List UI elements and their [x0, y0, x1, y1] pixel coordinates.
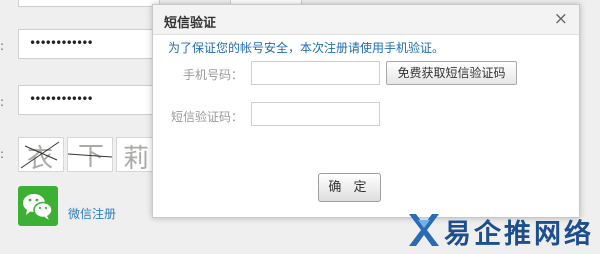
captcha-noise-line: [68, 153, 112, 158]
confirm-button[interactable]: 确 定: [318, 173, 381, 202]
wechat-register-link[interactable]: 微信注册: [68, 205, 116, 222]
captcha-label: :: [0, 147, 5, 161]
phone-number-label: 手机号码：: [182, 68, 243, 82]
captcha-image-1[interactable]: 衣: [18, 137, 64, 172]
watermark-logo: 易企推网络: [406, 208, 600, 254]
close-icon[interactable]: ×: [554, 9, 568, 29]
sms-verification-dialog: 短信验证 × 为了保证您的帐号安全，本次注册请使用手机验证。 手机号码： 免费获…: [152, 4, 580, 218]
captcha-noise-lines: [20, 141, 60, 169]
captcha-char-3: 莉: [123, 144, 150, 172]
password-label: :: [0, 39, 5, 53]
sms-code-label: 短信验证码：: [170, 110, 243, 124]
password-input[interactable]: ••••••••••••: [18, 29, 158, 59]
watermark-emblem-icon: [409, 214, 439, 246]
confirm-password-label: :: [0, 95, 5, 109]
dialog-title: 短信验证: [164, 16, 217, 31]
phone-number-input[interactable]: [251, 61, 380, 85]
captcha-image-2[interactable]: 下: [67, 137, 113, 172]
username-input-edge[interactable]: [18, 0, 160, 7]
confirm-password-input[interactable]: ••••••••••••: [18, 85, 158, 115]
dialog-header: 短信验证 ×: [153, 5, 579, 35]
watermark-text: 易企推网络: [444, 219, 594, 250]
wechat-icon[interactable]: [18, 186, 58, 226]
verification-notice: 为了保证您的帐号安全，本次注册请使用手机验证。: [168, 41, 445, 55]
sms-code-input[interactable]: [251, 102, 380, 126]
get-sms-code-button[interactable]: 免费获取短信验证码: [386, 61, 517, 85]
